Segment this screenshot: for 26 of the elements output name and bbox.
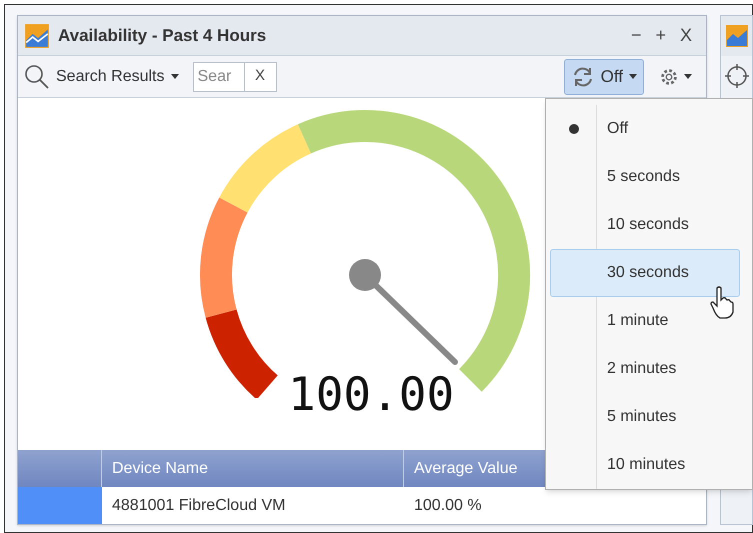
minimize-button[interactable]: −: [630, 22, 642, 49]
caret-icon: [170, 74, 178, 80]
table-cell-text: 100.00 %: [413, 496, 483, 516]
menu-item[interactable]: 1 minute: [550, 297, 740, 345]
maximize-button[interactable]: +: [655, 22, 666, 49]
search-field[interactable]: Sear X: [192, 62, 276, 92]
menu-item[interactable]: 2 minutes: [550, 345, 740, 393]
panel-title: Availability - Past 4 Hours: [58, 24, 266, 47]
menu-item[interactable]: 10 minutes: [550, 441, 740, 489]
caret-icon: [629, 74, 637, 80]
menu-item[interactable]: Off: [550, 105, 740, 153]
crosshair-icon[interactable]: [725, 64, 749, 88]
chart-icon: [725, 24, 749, 48]
chart-icon: [24, 22, 50, 48]
gauge-value: 100.00: [288, 366, 454, 423]
clear-button[interactable]: X: [244, 62, 276, 90]
close-button[interactable]: X: [680, 22, 692, 49]
menu-item[interactable]: 5 seconds: [550, 153, 740, 201]
search-results-dropdown[interactable]: Search Results: [56, 64, 178, 88]
menu-item[interactable]: 5 minutes: [550, 393, 740, 441]
caret-icon: [684, 74, 692, 80]
table-cell-text: 4881001 FibreCloud VM: [111, 496, 286, 516]
search-icon: [24, 64, 50, 90]
menu-item[interactable]: 10 seconds: [550, 201, 740, 249]
hand-cursor-icon: [709, 286, 735, 320]
refresh-dropdown[interactable]: Off: [564, 58, 644, 94]
